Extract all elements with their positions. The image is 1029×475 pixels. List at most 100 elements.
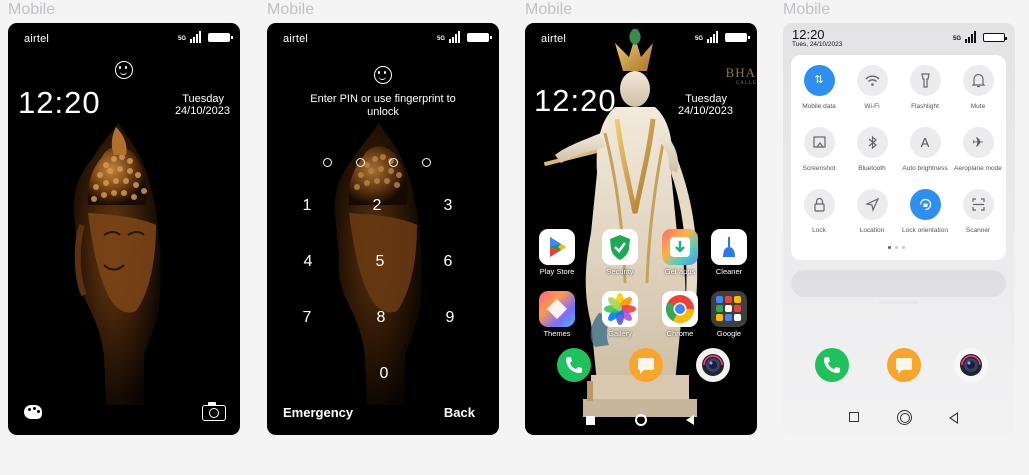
app-get-apps[interactable]: Get apps — [656, 229, 704, 276]
home-screen: BHA GALLE airtel 5G 12:20 Tuesday 24/10/… — [525, 23, 757, 435]
camera-app-icon[interactable] — [696, 348, 730, 382]
key-7[interactable]: 7 — [292, 309, 322, 327]
media-bar[interactable] — [791, 270, 1006, 297]
tile-aeroplane-mode[interactable]: ✈ Aeroplane mode — [950, 127, 1006, 172]
key-6[interactable]: 6 — [433, 253, 463, 271]
status-indicators: 5G — [952, 31, 1007, 43]
tile-location[interactable]: Location — [844, 189, 900, 234]
tile-lock-orientation[interactable]: Lock orientation — [897, 189, 953, 234]
network-type: 5G — [952, 36, 961, 42]
frame-label: Mobile — [267, 1, 315, 18]
frame-label: Mobile — [8, 1, 56, 18]
battery-icon — [208, 33, 233, 42]
signal-icon — [707, 31, 718, 43]
tile-bluetooth[interactable]: Bluetooth — [844, 127, 900, 172]
day-label: Tuesday — [182, 93, 224, 105]
back-nav-button[interactable] — [686, 415, 694, 425]
buddha-wallpaper — [73, 123, 161, 405]
key-9[interactable]: 9 — [435, 309, 465, 327]
emergency-button[interactable]: Emergency — [283, 405, 353, 420]
key-4[interactable]: 4 — [293, 253, 323, 271]
key-1[interactable]: 1 — [292, 197, 322, 215]
frame-label: Mobile — [783, 1, 831, 18]
app-google-folder[interactable]: Google — [705, 291, 753, 338]
brightness-icon: A — [909, 127, 941, 158]
app-cleaner[interactable]: Cleaner — [705, 229, 753, 276]
home-button[interactable] — [635, 414, 647, 426]
tile-label: Wi-Fi — [864, 103, 880, 110]
palette-icon[interactable] — [24, 405, 42, 419]
key-8[interactable]: 8 — [366, 309, 396, 327]
location-icon — [856, 189, 888, 220]
back-button[interactable]: Back — [444, 405, 475, 420]
drag-handle[interactable] — [879, 301, 919, 304]
network-type: 5G — [436, 36, 445, 42]
date-label: 24/10/2023 — [677, 105, 733, 117]
network-type: 5G — [694, 36, 703, 42]
date-block: Tuesday 24/10/2023 — [678, 93, 733, 117]
lock-icon — [803, 189, 835, 220]
app-label: Themes — [543, 329, 571, 338]
messages-icon[interactable] — [887, 348, 921, 382]
back-nav-button[interactable] — [949, 412, 958, 424]
cc-time: 12:20 — [792, 27, 825, 42]
gallery-icon — [602, 291, 638, 327]
app-gallery[interactable]: Gallery — [596, 291, 644, 338]
scanner-icon — [962, 189, 994, 220]
security-icon — [602, 229, 638, 265]
tile-label: Scanner — [965, 227, 991, 234]
app-security[interactable]: Security — [596, 229, 644, 276]
signal-icon — [449, 31, 460, 43]
home-button[interactable] — [897, 410, 912, 425]
phone-icon[interactable] — [557, 348, 591, 382]
app-label: Security — [606, 267, 634, 276]
day-label: Tuesday — [685, 93, 727, 105]
tile-label: Mute — [970, 103, 986, 110]
screenshot-icon — [803, 127, 835, 158]
app-label: Cleaner — [715, 267, 743, 276]
status-bar: airtel 5G — [8, 23, 240, 53]
tile-mute[interactable]: Mute — [950, 65, 1006, 110]
carrier-name: airtel — [283, 33, 309, 45]
quick-settings-panel: ⇅ Mobile data Wi-Fi Flashlight Mute Scre… — [791, 55, 1006, 260]
pin-screen: airtel 5G Enter PIN or use fingerprint t… — [267, 23, 499, 435]
tile-label: Flashlight — [911, 103, 939, 110]
control-center-screen: 12:20 Tues, 24/10/2023 5G ⇅ Mobile data … — [783, 23, 1015, 435]
app-label: Google — [716, 329, 742, 338]
tile-scanner[interactable]: Scanner — [950, 189, 1006, 234]
app-themes[interactable]: Themes — [533, 291, 581, 338]
app-play-store[interactable]: Play Store — [533, 229, 581, 276]
tile-label: Aeroplane mode — [954, 165, 1002, 172]
cleaner-icon — [711, 229, 747, 265]
mobile-data-icon: ⇅ — [803, 65, 835, 96]
key-0[interactable]: 0 — [369, 365, 399, 383]
tile-wifi[interactable]: Wi-Fi — [844, 65, 900, 110]
orientation-lock-icon — [909, 189, 941, 220]
tile-screenshot[interactable]: Screenshot — [791, 127, 847, 172]
app-chrome[interactable]: Chrome — [656, 291, 704, 338]
tile-lock[interactable]: Lock — [791, 189, 847, 234]
frame-label: Mobile — [525, 1, 573, 18]
tile-flashlight[interactable]: Flashlight — [897, 65, 953, 110]
recents-button[interactable] — [849, 412, 859, 422]
themes-icon — [539, 291, 575, 327]
key-3[interactable]: 3 — [433, 197, 463, 215]
tile-auto-brightness[interactable]: A Auto brightness — [897, 127, 953, 172]
clock-time: 12:20 — [534, 83, 617, 118]
app-label: Get apps — [664, 267, 696, 276]
key-5[interactable]: 5 — [365, 253, 395, 271]
pin-prompt: Enter PIN or use fingerprint to unlock — [310, 93, 456, 118]
camera-app-icon[interactable] — [954, 348, 988, 382]
bell-icon — [962, 65, 994, 96]
page-indicator — [888, 246, 905, 249]
tile-mobile-data[interactable]: ⇅ Mobile data — [791, 65, 847, 110]
smiley-icon — [374, 66, 392, 84]
app-label: Gallery — [608, 329, 632, 338]
phone-icon[interactable] — [815, 348, 849, 382]
messages-icon[interactable] — [629, 348, 663, 382]
tile-label: Screenshot — [802, 165, 836, 172]
recents-button[interactable] — [586, 416, 595, 425]
key-2[interactable]: 2 — [362, 197, 392, 215]
battery-icon — [467, 33, 492, 42]
camera-icon[interactable] — [202, 402, 226, 421]
